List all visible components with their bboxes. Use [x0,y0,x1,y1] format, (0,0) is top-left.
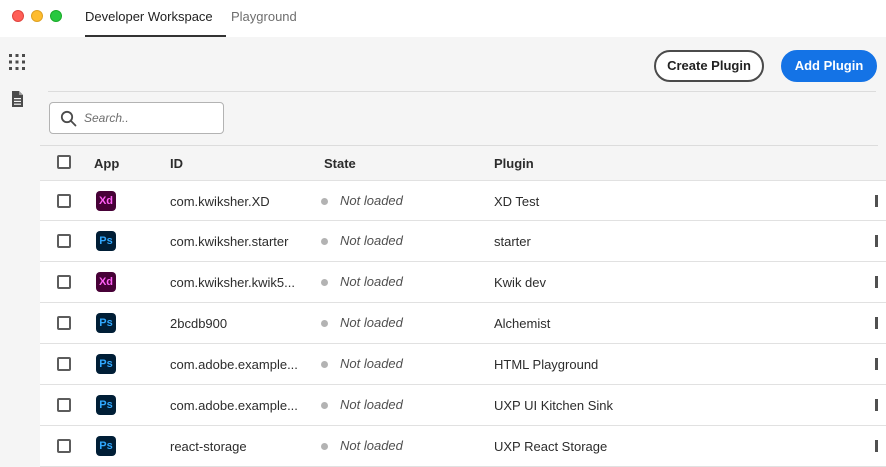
tab-playground[interactable]: Playground [231,0,297,37]
maximize-window-button[interactable] [50,10,62,22]
close-window-button[interactable] [12,10,24,22]
plugin-state: Not loaded [340,356,403,371]
plugin-id: com.adobe.example... [170,398,298,413]
table-row[interactable]: Ps react-storage Not loaded UXP React Stora… [40,426,886,467]
table-row[interactable]: Ps com.adobe.example... Not loaded UXP UI K… [40,385,886,426]
table-row[interactable]: Ps 2bcdb900 Not loaded Alchemist [40,303,886,344]
search-icon [60,110,77,127]
create-plugin-button[interactable]: Create Plugin [654,50,764,82]
row-actions-icon[interactable] [875,317,878,329]
row-checkbox[interactable] [57,234,71,248]
plugin-state: Not loaded [340,274,403,289]
plugin-id: com.adobe.example... [170,357,298,372]
plugin-name: UXP UI Kitchen Sink [494,398,613,413]
row-actions-icon[interactable] [875,235,878,247]
select-all-checkbox[interactable] [57,155,71,169]
row-checkbox[interactable] [57,316,71,330]
main-panel: Create Plugin Add Plugin App ID State Pl… [38,37,886,467]
plugin-id: com.kwiksher.kwik5... [170,275,295,290]
plugin-name: Alchemist [494,316,551,331]
photoshop-icon: Ps [96,231,116,251]
photoshop-icon: Ps [96,395,116,415]
table-row[interactable]: Ps com.kwiksher.starter Not loaded starter [40,221,886,262]
table-header: App ID State Plugin [40,145,878,180]
status-dot-icon [321,238,328,245]
status-dot-icon [321,361,328,368]
plugin-name: Kwik dev [494,275,547,290]
row-checkbox[interactable] [57,398,71,412]
minimize-window-button[interactable] [31,10,43,22]
row-actions-icon[interactable] [875,276,878,288]
grid-icon[interactable] [8,53,26,71]
row-actions-icon[interactable] [875,358,878,370]
table-row[interactable]: Xd com.kwiksher.kwik5... Not loaded Kwik de… [40,262,886,303]
document-icon[interactable] [8,90,26,108]
tab-developer-workspace[interactable]: Developer Workspace [85,0,226,37]
add-plugin-button[interactable]: Add Plugin [781,50,877,82]
row-checkbox[interactable] [57,439,71,453]
photoshop-icon: Ps [96,313,116,333]
column-header-id[interactable]: ID [170,156,183,171]
row-checkbox[interactable] [57,275,71,289]
photoshop-icon: Ps [96,354,116,374]
plugin-id: com.kwiksher.XD [170,194,270,209]
row-actions-icon[interactable] [875,440,878,452]
search-input[interactable] [84,108,216,128]
search-box[interactable] [49,102,224,134]
column-header-app[interactable]: App [94,156,119,171]
row-checkbox[interactable] [57,194,71,208]
plugin-id: 2bcdb900 [170,316,228,331]
plugin-state: Not loaded [340,315,403,330]
plugin-state: Not loaded [340,397,403,412]
column-header-plugin[interactable]: Plugin [494,156,534,171]
title-bar: Developer Workspace Playground [0,0,886,37]
status-dot-icon [321,320,328,327]
plugin-id: com.kwiksher.starter [170,234,289,249]
plugin-name: starter [494,234,531,249]
plugin-name: HTML Playground [494,357,599,372]
adobe-xd-icon: Xd [96,191,116,211]
sidebar [0,37,38,467]
row-actions-icon[interactable] [875,195,878,207]
row-checkbox[interactable] [57,357,71,371]
table-row[interactable]: Ps com.adobe.example... Not loaded HTML Pla… [40,344,886,385]
table-body: Xd com.kwiksher.XD Not loaded XD Test Ps com.… [40,180,886,467]
status-dot-icon [321,402,328,409]
photoshop-icon: Ps [96,436,116,456]
plugin-name: UXP React Storage [494,439,608,454]
column-header-state[interactable]: State [324,156,356,171]
plugin-state: Not loaded [340,233,403,248]
plugin-state: Not loaded [340,438,403,453]
adobe-xd-icon: Xd [96,272,116,292]
status-dot-icon [321,279,328,286]
plugin-id: react-storage [170,439,247,454]
row-actions-icon[interactable] [875,399,878,411]
status-dot-icon [321,198,328,205]
toolbar-divider [48,91,876,92]
plugin-state: Not loaded [340,193,403,208]
plugin-name: XD Test [494,194,540,209]
table-row[interactable]: Xd com.kwiksher.XD Not loaded XD Test [40,180,886,221]
status-dot-icon [321,443,328,450]
